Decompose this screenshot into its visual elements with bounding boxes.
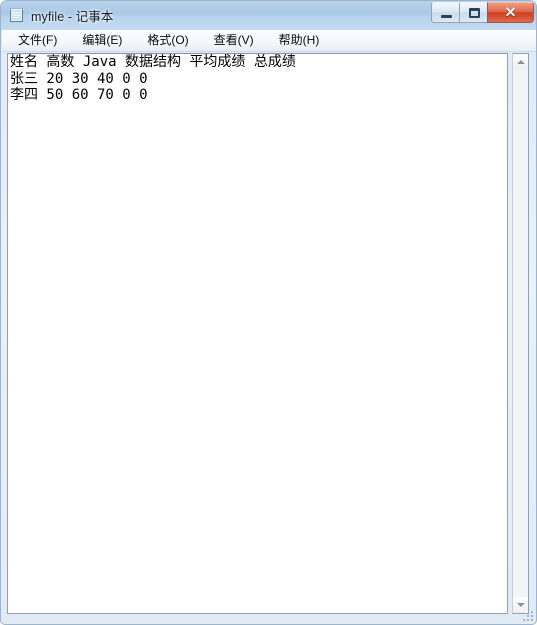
grip-dot [531, 611, 533, 613]
title-bar[interactable]: myfile - 记事本 ✕ [1, 1, 536, 30]
minimize-button[interactable] [431, 2, 460, 23]
menu-item-edit[interactable]: 编辑(E) [73, 32, 131, 49]
restore-icon [469, 8, 480, 18]
scrollbar-track[interactable] [513, 70, 528, 597]
scroll-up-arrow-icon [516, 60, 525, 64]
grip-dot [523, 619, 525, 621]
menu-item-view[interactable]: 查看(V) [205, 32, 263, 49]
menu-item-file[interactable]: 文件(F) [9, 32, 66, 49]
scroll-down-arrow-icon [516, 603, 525, 607]
document-text[interactable]: 姓名 高数 Java 数据结构 平均成绩 总成绩 张三 20 30 40 0 0… [10, 54, 296, 104]
text-editor-area[interactable]: 姓名 高数 Java 数据结构 平均成绩 总成绩 张三 20 30 40 0 0… [7, 53, 508, 614]
notepad-window: myfile - 记事本 ✕ 文件(F) 编辑(E) 格式(O) 查看(V) 帮… [0, 0, 537, 625]
grip-dot [531, 619, 533, 621]
maximize-restore-button[interactable] [459, 2, 488, 23]
close-icon: ✕ [504, 4, 517, 20]
minimize-icon [441, 15, 452, 18]
resize-grip[interactable] [521, 609, 533, 621]
menu-bar: 文件(F) 编辑(E) 格式(O) 查看(V) 帮助(H) [2, 30, 536, 52]
window-controls: ✕ [431, 2, 534, 23]
grip-dot [527, 615, 529, 617]
window-title: myfile - 记事本 [31, 10, 114, 24]
close-button[interactable]: ✕ [487, 2, 534, 23]
menu-item-format[interactable]: 格式(O) [138, 32, 197, 49]
vertical-scrollbar[interactable] [512, 53, 529, 614]
notepad-icon [9, 7, 25, 23]
menu-item-help[interactable]: 帮助(H) [270, 32, 329, 49]
grip-dot [531, 615, 533, 617]
scroll-up-button[interactable] [513, 54, 528, 70]
grip-dot [527, 619, 529, 621]
